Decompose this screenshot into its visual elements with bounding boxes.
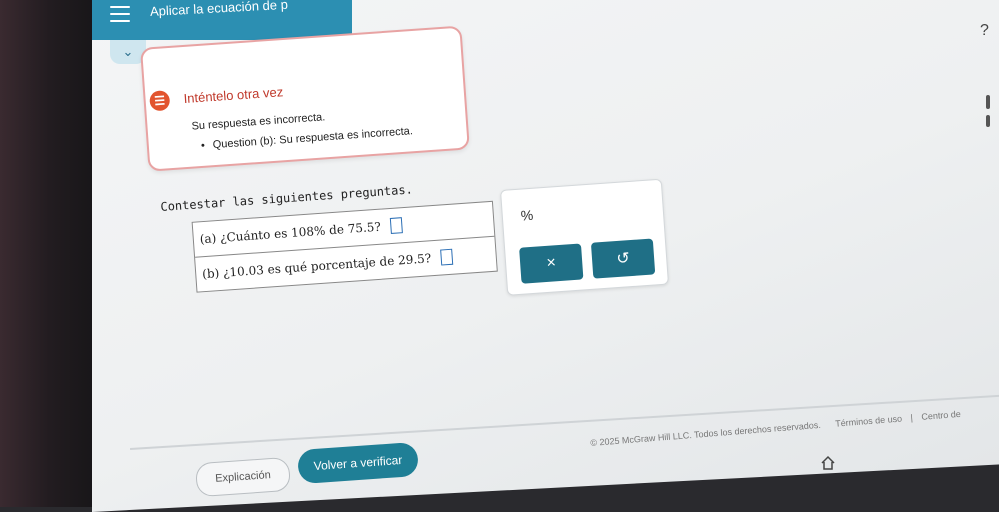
answer-input[interactable] xyxy=(440,248,454,266)
undo-button[interactable]: ↺ xyxy=(590,238,656,279)
feedback-alert: ☰ Inténtelo otra vez Su respuesta es inc… xyxy=(140,25,470,172)
question-text: (a) ¿Cuánto es 108% de 75.5? xyxy=(199,219,382,247)
answer-input[interactable] xyxy=(390,217,404,234)
alert-title: Inténtelo otra vez xyxy=(183,84,284,107)
clear-button[interactable]: × xyxy=(519,243,584,284)
math-keypad: % × ↺ xyxy=(500,178,669,296)
home-icon[interactable] xyxy=(820,455,836,471)
question-text: (b) ¿10.03 es qué porcentaje de 29.5? xyxy=(201,251,432,282)
percent-key[interactable]: % xyxy=(520,207,534,224)
alert-icon: ☰ xyxy=(149,90,171,112)
chevron-down-icon: ⌄ xyxy=(122,44,134,59)
side-tab-handle[interactable] xyxy=(986,115,990,127)
menu-icon[interactable] xyxy=(110,6,130,22)
side-tab-handle[interactable] xyxy=(986,95,990,109)
footer-separator: | xyxy=(910,412,914,423)
explanation-button[interactable]: Explicación xyxy=(194,456,292,498)
alert-message: Su respuesta es incorrecta. xyxy=(191,111,326,133)
help-icon[interactable]: ? xyxy=(980,22,989,40)
